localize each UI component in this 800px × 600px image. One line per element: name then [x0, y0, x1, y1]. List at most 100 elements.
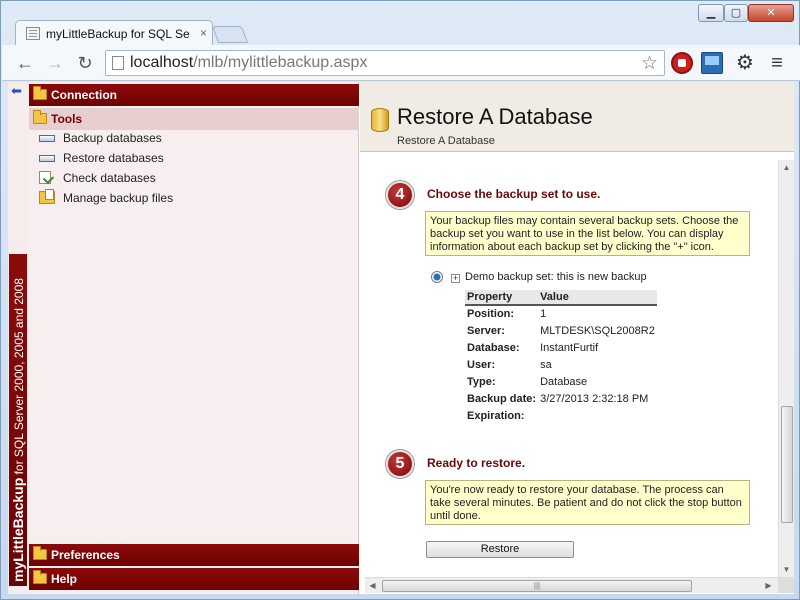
- vertical-banner: myLittleBackup for SQL Server 2000, 2005…: [9, 254, 27, 586]
- property-name: Position:: [467, 308, 515, 320]
- sidebar-item-restore-databases[interactable]: Restore databases: [29, 148, 359, 168]
- restore-button[interactable]: Restore: [426, 541, 574, 558]
- brand-tagline: for SQL Server 2000, 2005 and 2008: [12, 278, 26, 478]
- new-tab-button[interactable]: [211, 26, 249, 43]
- scroll-thumb[interactable]: [781, 406, 793, 523]
- scroll-up-icon[interactable]: ▲: [779, 160, 794, 175]
- property-name: Type:: [467, 375, 496, 388]
- step-note: Your backup files may contain several ba…: [425, 211, 750, 256]
- vertical-scrollbar[interactable]: ▲ ▼: [778, 160, 794, 577]
- nav-section-label: Tools: [51, 112, 83, 126]
- property-name: Backup date:: [467, 392, 537, 405]
- breadcrumb: Restore A Database: [397, 135, 495, 147]
- nav-section-label: Connection: [51, 88, 117, 102]
- folder-icon: [33, 546, 47, 560]
- scroll-thumb[interactable]: |||: [382, 580, 692, 592]
- page-icon: [112, 56, 124, 70]
- step-title: Choose the backup set to use.: [427, 187, 601, 201]
- star-icon[interactable]: ☆: [641, 52, 658, 75]
- step-number-badge: 5: [386, 450, 414, 478]
- page-header: Restore A Database Restore A Database: [360, 82, 794, 152]
- property-value: [538, 407, 657, 424]
- tab-close-icon[interactable]: ×: [200, 26, 207, 40]
- brand-name: myLittleBackup: [10, 477, 26, 582]
- backup-set-radio[interactable]: [431, 271, 443, 283]
- folder-files-icon: [39, 189, 55, 204]
- nav-section-label: Help: [51, 572, 78, 586]
- table-row: User: sa: [465, 356, 657, 373]
- property-value: InstantFurtif: [540, 341, 599, 354]
- address-bar[interactable]: localhost/mlb/mylittlebackup.aspx ☆: [105, 50, 665, 76]
- property-value: 3/27/2013 2:32:18 PM: [540, 392, 649, 405]
- nav-section-preferences[interactable]: Preferences: [29, 544, 359, 566]
- sidebar-item-label: Backup databases: [63, 131, 162, 145]
- sidebar-item-check-databases[interactable]: Check databases: [29, 168, 359, 188]
- table-row: Backup date: 3/27/2013 2:32:18 PM: [465, 390, 657, 407]
- property-name: Server:: [467, 324, 505, 337]
- scroll-left-icon[interactable]: ◀: [365, 578, 380, 593]
- web-page: ⬅ myLittleBackup for SQL Server 2000, 20…: [8, 82, 794, 594]
- tab-title: myLittleBackup for SQL Se: [46, 27, 190, 41]
- minimize-button[interactable]: ▁: [698, 4, 724, 22]
- table-header-row: Property Value: [465, 290, 657, 306]
- table-row: Expiration:: [465, 407, 657, 424]
- tab-strip: myLittleBackup for SQL Se × ▁ ▢ ✕: [1, 1, 800, 46]
- table-row: Server: MLTDESK\SQL2008R2: [465, 322, 657, 339]
- stop-extension-icon[interactable]: [671, 52, 693, 74]
- sidebar-item-backup-databases[interactable]: Backup databases: [29, 128, 359, 148]
- url-host: localhost: [130, 54, 194, 71]
- property-value: sa: [540, 358, 552, 371]
- menu-icon[interactable]: ≡: [766, 52, 788, 74]
- scroll-right-icon[interactable]: ▶: [761, 578, 776, 593]
- page-favicon-icon: [26, 27, 40, 40]
- check-document-icon: [39, 171, 51, 184]
- collapse-arrow-icon[interactable]: ⬅: [11, 84, 22, 98]
- folder-icon: [33, 570, 47, 584]
- backup-set-properties-table: Property Value Position: 1 Server: MLTDESK…: [465, 290, 657, 424]
- sidebar-item-label: Restore databases: [63, 151, 164, 165]
- url-text[interactable]: localhost/mlb/mylittlebackup.aspx: [130, 54, 367, 72]
- forward-icon[interactable]: →: [44, 52, 66, 74]
- vertical-banner-text: myLittleBackup for SQL Server 2000, 2005…: [9, 254, 27, 586]
- gear-icon[interactable]: ⚙: [734, 52, 756, 74]
- step-note: You're now ready to restore your databas…: [425, 480, 750, 525]
- remote-extension-icon[interactable]: [701, 52, 723, 74]
- sidebar-nav: Connection Tools Backup databases Restor…: [29, 82, 359, 594]
- browser-tab[interactable]: myLittleBackup for SQL Se ×: [15, 20, 213, 46]
- reload-icon[interactable]: ↻: [74, 52, 96, 74]
- close-window-button[interactable]: ✕: [748, 4, 794, 22]
- property-value: 1: [540, 308, 547, 320]
- table-row: Type: Database: [465, 373, 657, 390]
- nav-section-help[interactable]: Help: [29, 568, 359, 590]
- scroll-down-icon[interactable]: ▼: [779, 562, 794, 577]
- table-row: Database: InstantFurtif: [465, 339, 657, 356]
- database-icon: [39, 135, 55, 142]
- folder-open-icon: [33, 110, 47, 124]
- property-value: MLTDESK\SQL2008R2: [540, 324, 655, 337]
- property-name: Database:: [467, 341, 520, 354]
- nav-section-label: Preferences: [51, 548, 120, 562]
- back-icon[interactable]: ←: [14, 52, 36, 74]
- property-name: User:: [467, 358, 496, 371]
- main-panel: Restore A Database Restore A Database 4 …: [360, 82, 794, 594]
- column-header-property: Property: [465, 290, 539, 306]
- database-cylinder-icon: [371, 108, 389, 132]
- sidebar-strip: ⬅ myLittleBackup for SQL Server 2000, 20…: [8, 82, 29, 594]
- property-value: Database: [540, 375, 588, 388]
- column-header-value: Value: [538, 290, 657, 306]
- step-number-badge: 4: [386, 181, 414, 209]
- wizard-content: 4 Choose the backup set to use. Your bac…: [365, 160, 775, 578]
- expand-icon[interactable]: +: [451, 274, 460, 283]
- sidebar-item-manage-backup-files[interactable]: Manage backup files: [29, 188, 359, 208]
- browser-window: myLittleBackup for SQL Se × ▁ ▢ ✕ ← → ↻ …: [0, 0, 800, 600]
- browser-toolbar: ← → ↻ localhost/mlb/mylittlebackup.aspx …: [2, 45, 800, 81]
- sidebar-item-label: Manage backup files: [63, 191, 174, 205]
- property-name: Expiration:: [467, 409, 525, 422]
- backup-set-label: Demo backup set: this is new backup: [465, 271, 647, 283]
- nav-section-connection[interactable]: Connection: [29, 84, 359, 106]
- maximize-button[interactable]: ▢: [724, 4, 748, 22]
- horizontal-scrollbar[interactable]: ◀ ||| ▶: [365, 577, 778, 593]
- step-title: Ready to restore.: [427, 456, 526, 470]
- nav-section-tools[interactable]: Tools: [29, 108, 359, 130]
- url-path: /mlb/mylittlebackup.aspx: [193, 54, 368, 71]
